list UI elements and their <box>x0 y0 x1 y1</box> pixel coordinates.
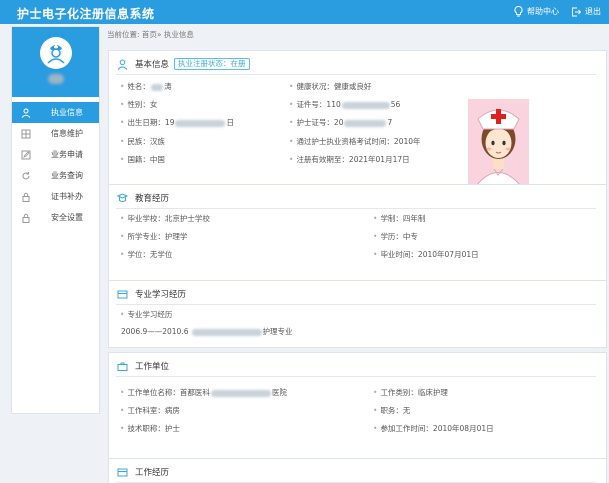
field-major: • 所学专业：护理学 <box>120 232 188 241</box>
field-nationality: • 国籍：中国 <box>120 155 165 164</box>
field-department: • 工作科室：病房 <box>120 406 180 415</box>
field-exam-time: • 通过护士执业资格考试时间：2010年 <box>289 137 421 146</box>
field-work-category: • 工作类别：临床护理 <box>373 388 448 397</box>
field-duration: • 学制：四年制 <box>373 214 426 223</box>
field-ethnicity: • 民族：汉族 <box>120 137 165 146</box>
sidebar-item-label: 证书补办 <box>51 192 83 201</box>
lightbulb-icon <box>514 6 523 17</box>
section-title: 教育经历 <box>135 194 170 204</box>
field-gender: • 性别：女 <box>120 100 158 109</box>
field-work-start: • 参加工作时间：2010年08月01日 <box>373 424 494 433</box>
briefcase-icon <box>117 362 127 371</box>
nurse-photo <box>468 99 529 186</box>
user-icon <box>21 108 31 118</box>
sidebar-item-practice-info[interactable]: 执业信息 <box>12 102 99 123</box>
field-health: • 健康状况：健康或良好 <box>289 82 372 91</box>
work-unit-card: 工作单位 • 工作单位名称：首都医科 医院 • 工作科室：病房 • 技术职称：护士 • 工… <box>108 352 607 460</box>
study-label: • 专业学习经历 <box>120 310 173 319</box>
logout-label: 退出 <box>585 7 601 16</box>
field-cert-number: • 护士证号：20 7 <box>289 118 393 127</box>
field-degree: • 学位：无学位 <box>120 250 173 259</box>
lock-icon <box>22 192 30 202</box>
education-card: 教育经历 • 毕业学校：北京护士学校 • 所学专业：护理学 • 学位：无学位 • 学制：… <box>108 184 607 284</box>
book-icon <box>116 192 128 202</box>
sidebar-item-label: 安全设置 <box>51 213 83 222</box>
logout-button[interactable]: 退出 <box>571 6 601 17</box>
sidebar-item-business-apply[interactable]: 业务申请 <box>12 144 99 165</box>
sidebar-item-security[interactable]: 安全设置 <box>12 207 99 228</box>
nurse-avatar-icon <box>47 45 65 64</box>
user-name-redacted <box>48 74 64 84</box>
sidebar-item-label: 信息维护 <box>51 129 83 138</box>
refresh-icon <box>22 171 30 179</box>
avatar <box>40 37 72 69</box>
basic-info-card: 基本信息 执业注册状态：在册 • 姓名：涛 • 性别：女 • 出生日期：19 日 • 民族… <box>108 50 607 204</box>
field-work-unit: • 工作单位名称：首都医科 医院 <box>120 388 287 397</box>
sidebar-item-label: 业务申请 <box>51 150 83 159</box>
history-icon <box>117 468 127 476</box>
sidebar-item-label: 业务查询 <box>51 171 83 180</box>
edit-icon <box>21 150 31 159</box>
sidebar-item-business-query[interactable]: 业务查询 <box>12 165 99 186</box>
section-title: 专业学习经历 <box>135 290 187 300</box>
app-title: 护士电子化注册信息系统 <box>17 7 155 21</box>
breadcrumb: 当前位置: 首页» 执业信息 <box>107 30 194 39</box>
status-badge: 执业注册状态：在册 <box>174 58 250 70</box>
main-content: 当前位置: 首页» 执业信息 基本信息 执业注册状态：在册 • 姓名：涛 • 性别：… <box>106 26 609 483</box>
field-graduation-time: • 毕业时间：2010年07月01日 <box>373 250 479 259</box>
help-center-label: 帮助中心 <box>527 7 559 16</box>
field-name: • 姓名：涛 <box>120 82 172 91</box>
sidebar: 执业信息 信息维护 业务申请 业务查询 证书补办 安全设置 <box>11 26 100 414</box>
work-history-card: 工作经历 <box>108 458 607 483</box>
study-period: 2006.9——2010.6 护理专业 <box>121 327 293 336</box>
nurse-illustration-icon <box>468 99 529 186</box>
lock-icon <box>22 213 30 223</box>
section-title: 工作单位 <box>135 362 170 372</box>
field-duty: • 职务：无 <box>373 406 411 415</box>
logout-icon <box>572 7 581 16</box>
field-school: • 毕业学校：北京护士学校 <box>120 214 210 223</box>
study-card: 专业学习经历 • 专业学习经历 2006.9——2010.6 护理专业 <box>108 280 607 348</box>
user-outline-icon <box>117 59 127 70</box>
section-title: 基本信息 <box>135 60 170 70</box>
sidebar-item-info-maintenance[interactable]: 信息维护 <box>12 123 99 144</box>
top-bar: 护士电子化注册信息系统 帮助中心 退出 <box>0 0 609 24</box>
grid-icon <box>21 129 31 138</box>
user-panel <box>12 27 99 97</box>
field-id-number: • 证件号：110 56 <box>289 100 401 109</box>
sidebar-item-cert-reissue[interactable]: 证书补办 <box>12 186 99 207</box>
field-education-level: • 学历：中专 <box>373 232 418 241</box>
study-icon <box>117 290 127 298</box>
help-center-button[interactable]: 帮助中心 <box>514 6 559 17</box>
sidebar-item-label: 执业信息 <box>51 108 83 117</box>
field-tech-title: • 技术职称：护士 <box>120 424 180 433</box>
field-birth-date: • 出生日期：19 日 <box>120 118 234 127</box>
section-title: 工作经历 <box>135 468 170 478</box>
field-expiry: • 注册有效期至：2021年01月17日 <box>289 155 410 164</box>
